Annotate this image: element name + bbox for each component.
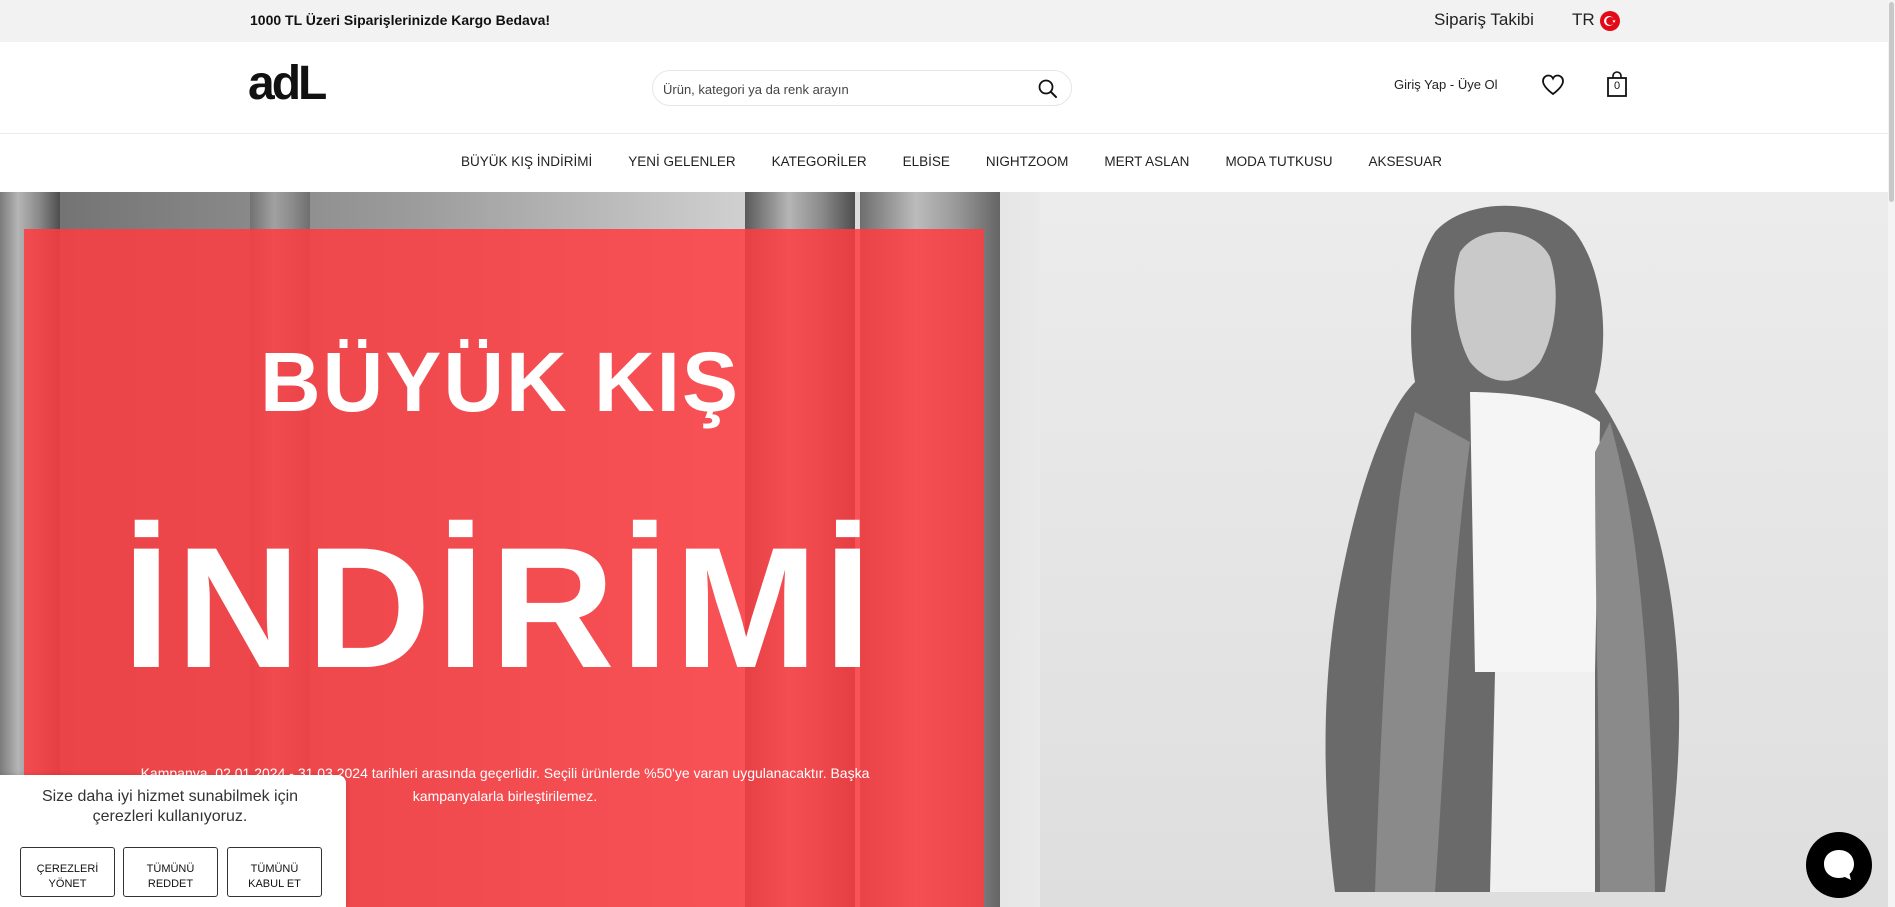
nav-item-dresses[interactable]: ELBİSE xyxy=(903,154,950,169)
cookie-message: Size daha iyi hizmet sunabilmek için çer… xyxy=(41,788,299,825)
scrollbar-thumb[interactable] xyxy=(1889,2,1894,202)
manage-cookies-button[interactable]: ÇEREZLERİ YÖNET xyxy=(20,847,115,897)
site-header: adL Giriş Yap - Üye Ol 0 xyxy=(0,42,1895,134)
search-input[interactable] xyxy=(663,77,1023,101)
brand-logo[interactable]: adL xyxy=(248,60,327,108)
cookie-consent-popup: Size daha iyi hizmet sunabilmek için çer… xyxy=(0,775,346,907)
shopping-bag-icon[interactable]: 0 xyxy=(1604,70,1630,98)
announcement-bar: 1000 TL Üzeri Siparişlerinizde Kargo Bed… xyxy=(0,0,1895,42)
nav-item-moda-tutkusu[interactable]: MODA TUTKUSU xyxy=(1225,154,1332,169)
reject-all-button[interactable]: TÜMÜNÜ REDDET xyxy=(123,847,218,897)
page-scrollbar[interactable] xyxy=(1888,0,1895,907)
manage-cookies-label-2: YÖNET xyxy=(48,877,87,890)
turkey-flag-icon[interactable] xyxy=(1600,11,1620,31)
reject-all-label-2: REDDET xyxy=(147,877,194,890)
chat-button[interactable] xyxy=(1806,832,1872,898)
search-icon[interactable] xyxy=(1037,78,1059,100)
heart-icon[interactable] xyxy=(1540,72,1566,98)
free-shipping-promo: 1000 TL Üzeri Siparişlerinizde Kargo Bed… xyxy=(250,12,551,28)
login-signup-link[interactable]: Giriş Yap - Üye Ol xyxy=(1394,77,1498,92)
search-box[interactable] xyxy=(652,70,1072,106)
hero-heading-line2: İNDİRİMİ xyxy=(122,512,878,704)
nav-item-categories[interactable]: KATEGORİLER xyxy=(772,154,867,169)
model-figure xyxy=(1325,205,1680,892)
hero-heading-line1: BÜYÜK KIŞ xyxy=(259,335,741,429)
reject-all-label-1: TÜMÜNÜ xyxy=(146,862,195,875)
accept-all-label-1: TÜMÜNÜ xyxy=(250,862,299,875)
order-tracking-link[interactable]: Sipariş Takibi xyxy=(1434,10,1534,30)
main-navigation: BÜYÜK KIŞ İNDİRİMİ YENİ GELENLER KATEGOR… xyxy=(0,135,1895,192)
nav-item-nightzoom[interactable]: NIGHTZOOM xyxy=(986,154,1069,169)
nav-item-mert-aslan[interactable]: MERT ASLAN xyxy=(1104,154,1189,169)
chat-icon xyxy=(1824,850,1854,880)
language-selector[interactable]: TR xyxy=(1572,10,1595,30)
accept-all-button[interactable]: TÜMÜNÜ KABUL ET xyxy=(227,847,322,897)
nav-item-winter-sale[interactable]: BÜYÜK KIŞ İNDİRİMİ xyxy=(461,154,592,169)
hero-model-photo xyxy=(1040,192,1895,907)
manage-cookies-label-1: ÇEREZLERİ xyxy=(36,862,99,875)
nav-item-accessories[interactable]: AKSESUAR xyxy=(1368,154,1442,169)
accept-all-label-2: KABUL ET xyxy=(248,877,301,890)
nav-item-new-arrivals[interactable]: YENİ GELENLER xyxy=(628,154,735,169)
cart-count: 0 xyxy=(1613,80,1621,92)
page: 1000 TL Üzeri Siparişlerinizde Kargo Bed… xyxy=(0,0,1895,907)
